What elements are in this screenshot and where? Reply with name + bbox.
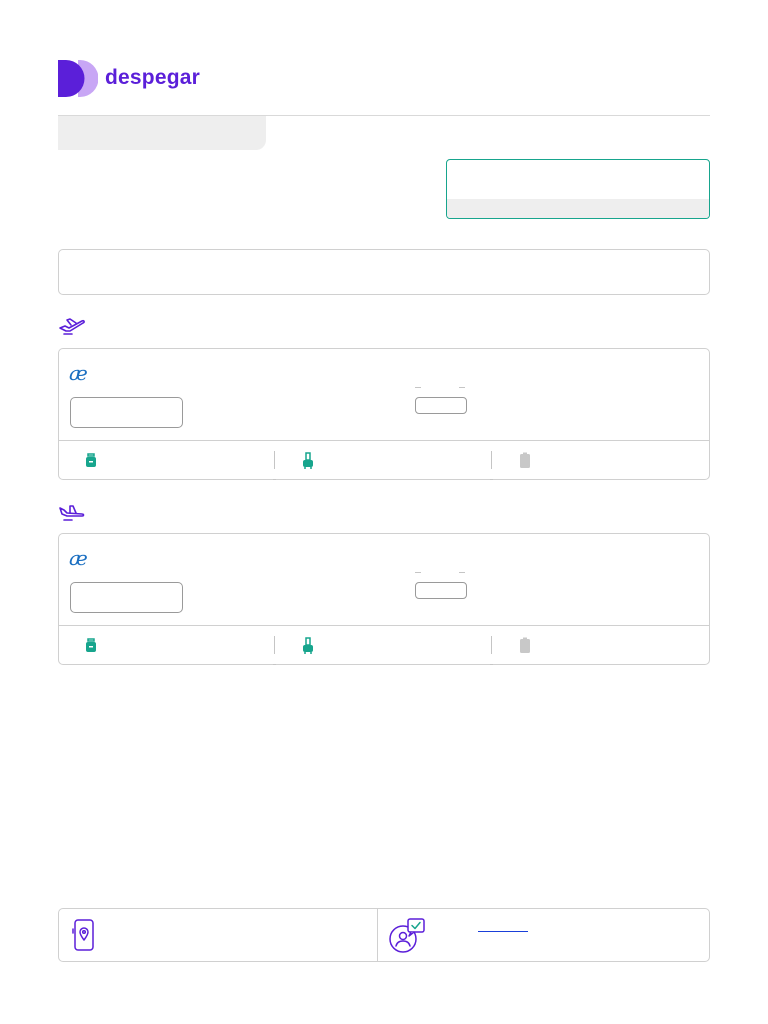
flight-card-outbound: æ [58,348,710,480]
baggage-separator [274,636,275,654]
phone-location-icon [72,919,96,951]
stops-button[interactable] [415,582,467,599]
flight-card-return: æ [58,533,710,665]
airline-logo: æ [69,546,88,570]
footer-divider [377,909,378,961]
carry-on-icon [302,452,314,469]
flight-detail-button[interactable] [70,397,183,428]
personal-item-icon [85,452,97,469]
price-summary-footer [447,199,709,218]
card-divider [59,625,709,626]
help-footer [58,908,710,962]
baggage-separator [491,636,492,654]
baggage-separator-tick [490,479,493,480]
breadcrumb-placeholder [58,116,266,150]
airline-logo: æ [69,361,88,385]
card-divider [59,440,709,441]
plane-landing-icon [58,502,86,522]
baggage-separator [491,451,492,469]
baggage-separator-tick [490,664,493,665]
carry-on-icon [302,637,314,654]
brand-logo-mark[interactable] [58,60,99,97]
route-line [415,387,467,389]
price-summary-box [446,159,710,219]
baggage-separator-tick [273,479,276,480]
plane-takeoff-icon [58,316,86,336]
stops-button[interactable] [415,397,467,414]
support-chat-icon [387,917,427,953]
notice-banner [58,249,710,295]
checked-bag-icon [519,452,531,469]
flight-detail-button[interactable] [70,582,183,613]
personal-item-icon [85,637,97,654]
checked-bag-icon [519,637,531,654]
help-link[interactable] [478,931,528,932]
baggage-separator [274,451,275,469]
brand-logo-text[interactable]: despegar [105,66,200,90]
route-line [415,572,467,574]
baggage-separator-tick [273,664,276,665]
